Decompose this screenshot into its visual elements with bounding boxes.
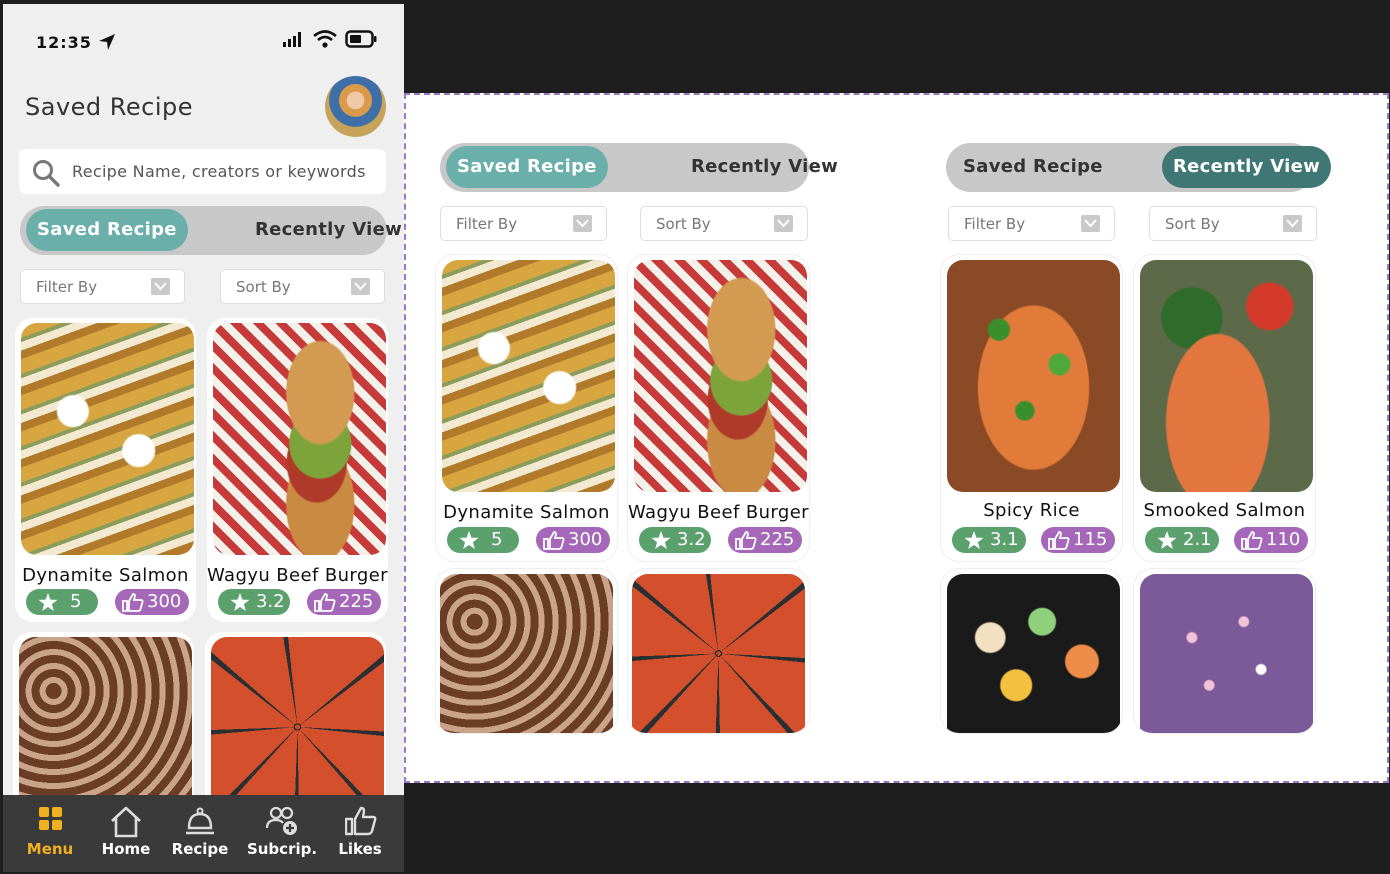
rating-badge: 3.2 (639, 527, 711, 553)
tab-recently-view[interactable]: Recently View (244, 209, 404, 251)
recipe-image (947, 260, 1120, 492)
recipe-card[interactable] (628, 569, 809, 733)
recipe-card[interactable] (941, 569, 1122, 733)
segment-control-recent: Saved Recipe Recently View (946, 143, 1332, 192)
phone-screen: 12:35 Saved Recipe Recipe Name, creators… (3, 4, 404, 872)
recipe-image (947, 574, 1120, 733)
thumbs-up-icon (1048, 531, 1070, 550)
star-icon (651, 531, 671, 549)
thumbs-up-icon (314, 593, 336, 612)
recipe-image (1140, 574, 1313, 733)
tab-saved-recipe[interactable]: Saved Recipe (952, 146, 1114, 188)
bottom-nav: Menu Home Recipe Subcrip. Likes (3, 795, 404, 872)
thumbs-up-icon (735, 531, 757, 550)
thumbs-up-icon (345, 806, 377, 836)
wifi-icon (313, 30, 337, 48)
chevron-down-icon (774, 215, 793, 232)
chevron-down-icon (573, 215, 592, 232)
avatar[interactable] (325, 76, 386, 137)
recipe-name: Dynamite Salmon (22, 565, 189, 586)
recipe-name: Dynamite Salmon (443, 502, 610, 523)
nav-item-menu[interactable]: Menu (15, 795, 85, 872)
chevron-down-icon (1081, 215, 1100, 232)
signal-icon (283, 32, 301, 47)
filter-label: Filter By (36, 278, 98, 296)
recipe-image (440, 574, 613, 733)
recipe-card[interactable] (436, 569, 617, 733)
users-add-icon (266, 806, 297, 835)
likes-badge: 300 (536, 527, 610, 553)
recipe-name: Smooked Salmon (1143, 500, 1306, 521)
recipe-name: Wagyu Beef Burger (207, 565, 388, 586)
sort-dropdown[interactable]: Sort By (640, 206, 808, 241)
sort-label: Sort By (236, 278, 291, 296)
battery-icon (345, 30, 377, 48)
nav-item-likes[interactable]: Likes (325, 795, 395, 872)
thumbs-up-icon (1241, 531, 1263, 550)
recipe-card[interactable]: Wagyu Beef Burger 3.2 225 (207, 318, 388, 622)
search-input[interactable]: Recipe Name, creators or keywords (72, 162, 366, 181)
page-title: Saved Recipe (25, 93, 193, 121)
star-icon (38, 593, 58, 611)
tab-saved-recipe[interactable]: Saved Recipe (446, 146, 608, 188)
recipe-card[interactable]: Dynamite Salmon 5 300 (15, 318, 196, 622)
likes-badge: 300 (115, 589, 189, 615)
star-icon (459, 531, 479, 549)
recipe-image (213, 323, 386, 555)
recipe-name: Wagyu Beef Burger (628, 502, 809, 523)
nav-item-subscriptions[interactable]: Subcrip. (245, 795, 319, 872)
likes-badge: 225 (307, 589, 381, 615)
search-bar[interactable]: Recipe Name, creators or keywords (19, 149, 386, 194)
likes-badge: 225 (728, 527, 802, 553)
rating-badge: 5 (447, 527, 519, 553)
rating-badge: 3.1 (952, 527, 1026, 553)
grid-icon (39, 807, 62, 830)
segment-control: Saved Recipe Recently View (20, 206, 402, 255)
likes-badge: 115 (1041, 527, 1115, 553)
rating-badge: 2.1 (1145, 527, 1219, 553)
recipe-card[interactable]: Spicy Rice 3.1 115 (941, 255, 1122, 561)
search-icon (33, 160, 60, 187)
tab-saved-recipe[interactable]: Saved Recipe (26, 209, 188, 251)
status-bar: 12:35 (3, 4, 404, 74)
recipe-image (634, 260, 807, 492)
recipe-image (632, 574, 805, 733)
recipe-image (211, 637, 384, 817)
recipe-image (19, 637, 192, 817)
sort-dropdown[interactable]: Sort By (220, 269, 385, 304)
likes-badge: 110 (1234, 527, 1308, 553)
sort-dropdown[interactable]: Sort By (1149, 206, 1317, 241)
filter-dropdown[interactable]: Filter By (948, 206, 1115, 241)
home-icon (111, 806, 141, 838)
segment-control-saved: Saved Recipe Recently View (440, 143, 838, 192)
rating-badge: 3.2 (218, 589, 290, 615)
filter-dropdown[interactable]: Filter By (440, 206, 607, 241)
recipe-image (442, 260, 615, 492)
recipe-image (1140, 260, 1313, 492)
nav-item-recipe[interactable]: Recipe (165, 795, 235, 872)
recipe-card[interactable]: Wagyu Beef Burger 3.2 225 (628, 255, 809, 561)
thumbs-up-icon (122, 593, 144, 612)
component-artboard: Saved Recipe Recently View Filter By Sor… (404, 93, 1389, 783)
nav-item-home[interactable]: Home (91, 795, 161, 872)
star-icon (964, 531, 984, 549)
recipe-card[interactable]: Smooked Salmon 2.1 110 (1134, 255, 1315, 561)
recipe-card[interactable] (1134, 569, 1315, 733)
tab-recently-view[interactable]: Recently View (1162, 146, 1332, 188)
cloche-icon (186, 807, 214, 835)
recipe-name: Spicy Rice (983, 500, 1080, 521)
rating-badge: 5 (26, 589, 98, 615)
chevron-down-icon (151, 278, 170, 295)
chevron-down-icon (1283, 215, 1302, 232)
star-icon (230, 593, 250, 611)
recipe-image (21, 323, 194, 555)
recipe-card[interactable]: Dynamite Salmon 5 300 (436, 255, 617, 561)
chevron-down-icon (351, 278, 370, 295)
star-icon (1157, 531, 1177, 549)
status-time: 12:35 (36, 33, 92, 52)
filter-dropdown[interactable]: Filter By (20, 269, 185, 304)
tab-recently-view[interactable]: Recently View (680, 146, 849, 188)
location-arrow-icon (99, 34, 115, 50)
thumbs-up-icon (543, 531, 565, 550)
